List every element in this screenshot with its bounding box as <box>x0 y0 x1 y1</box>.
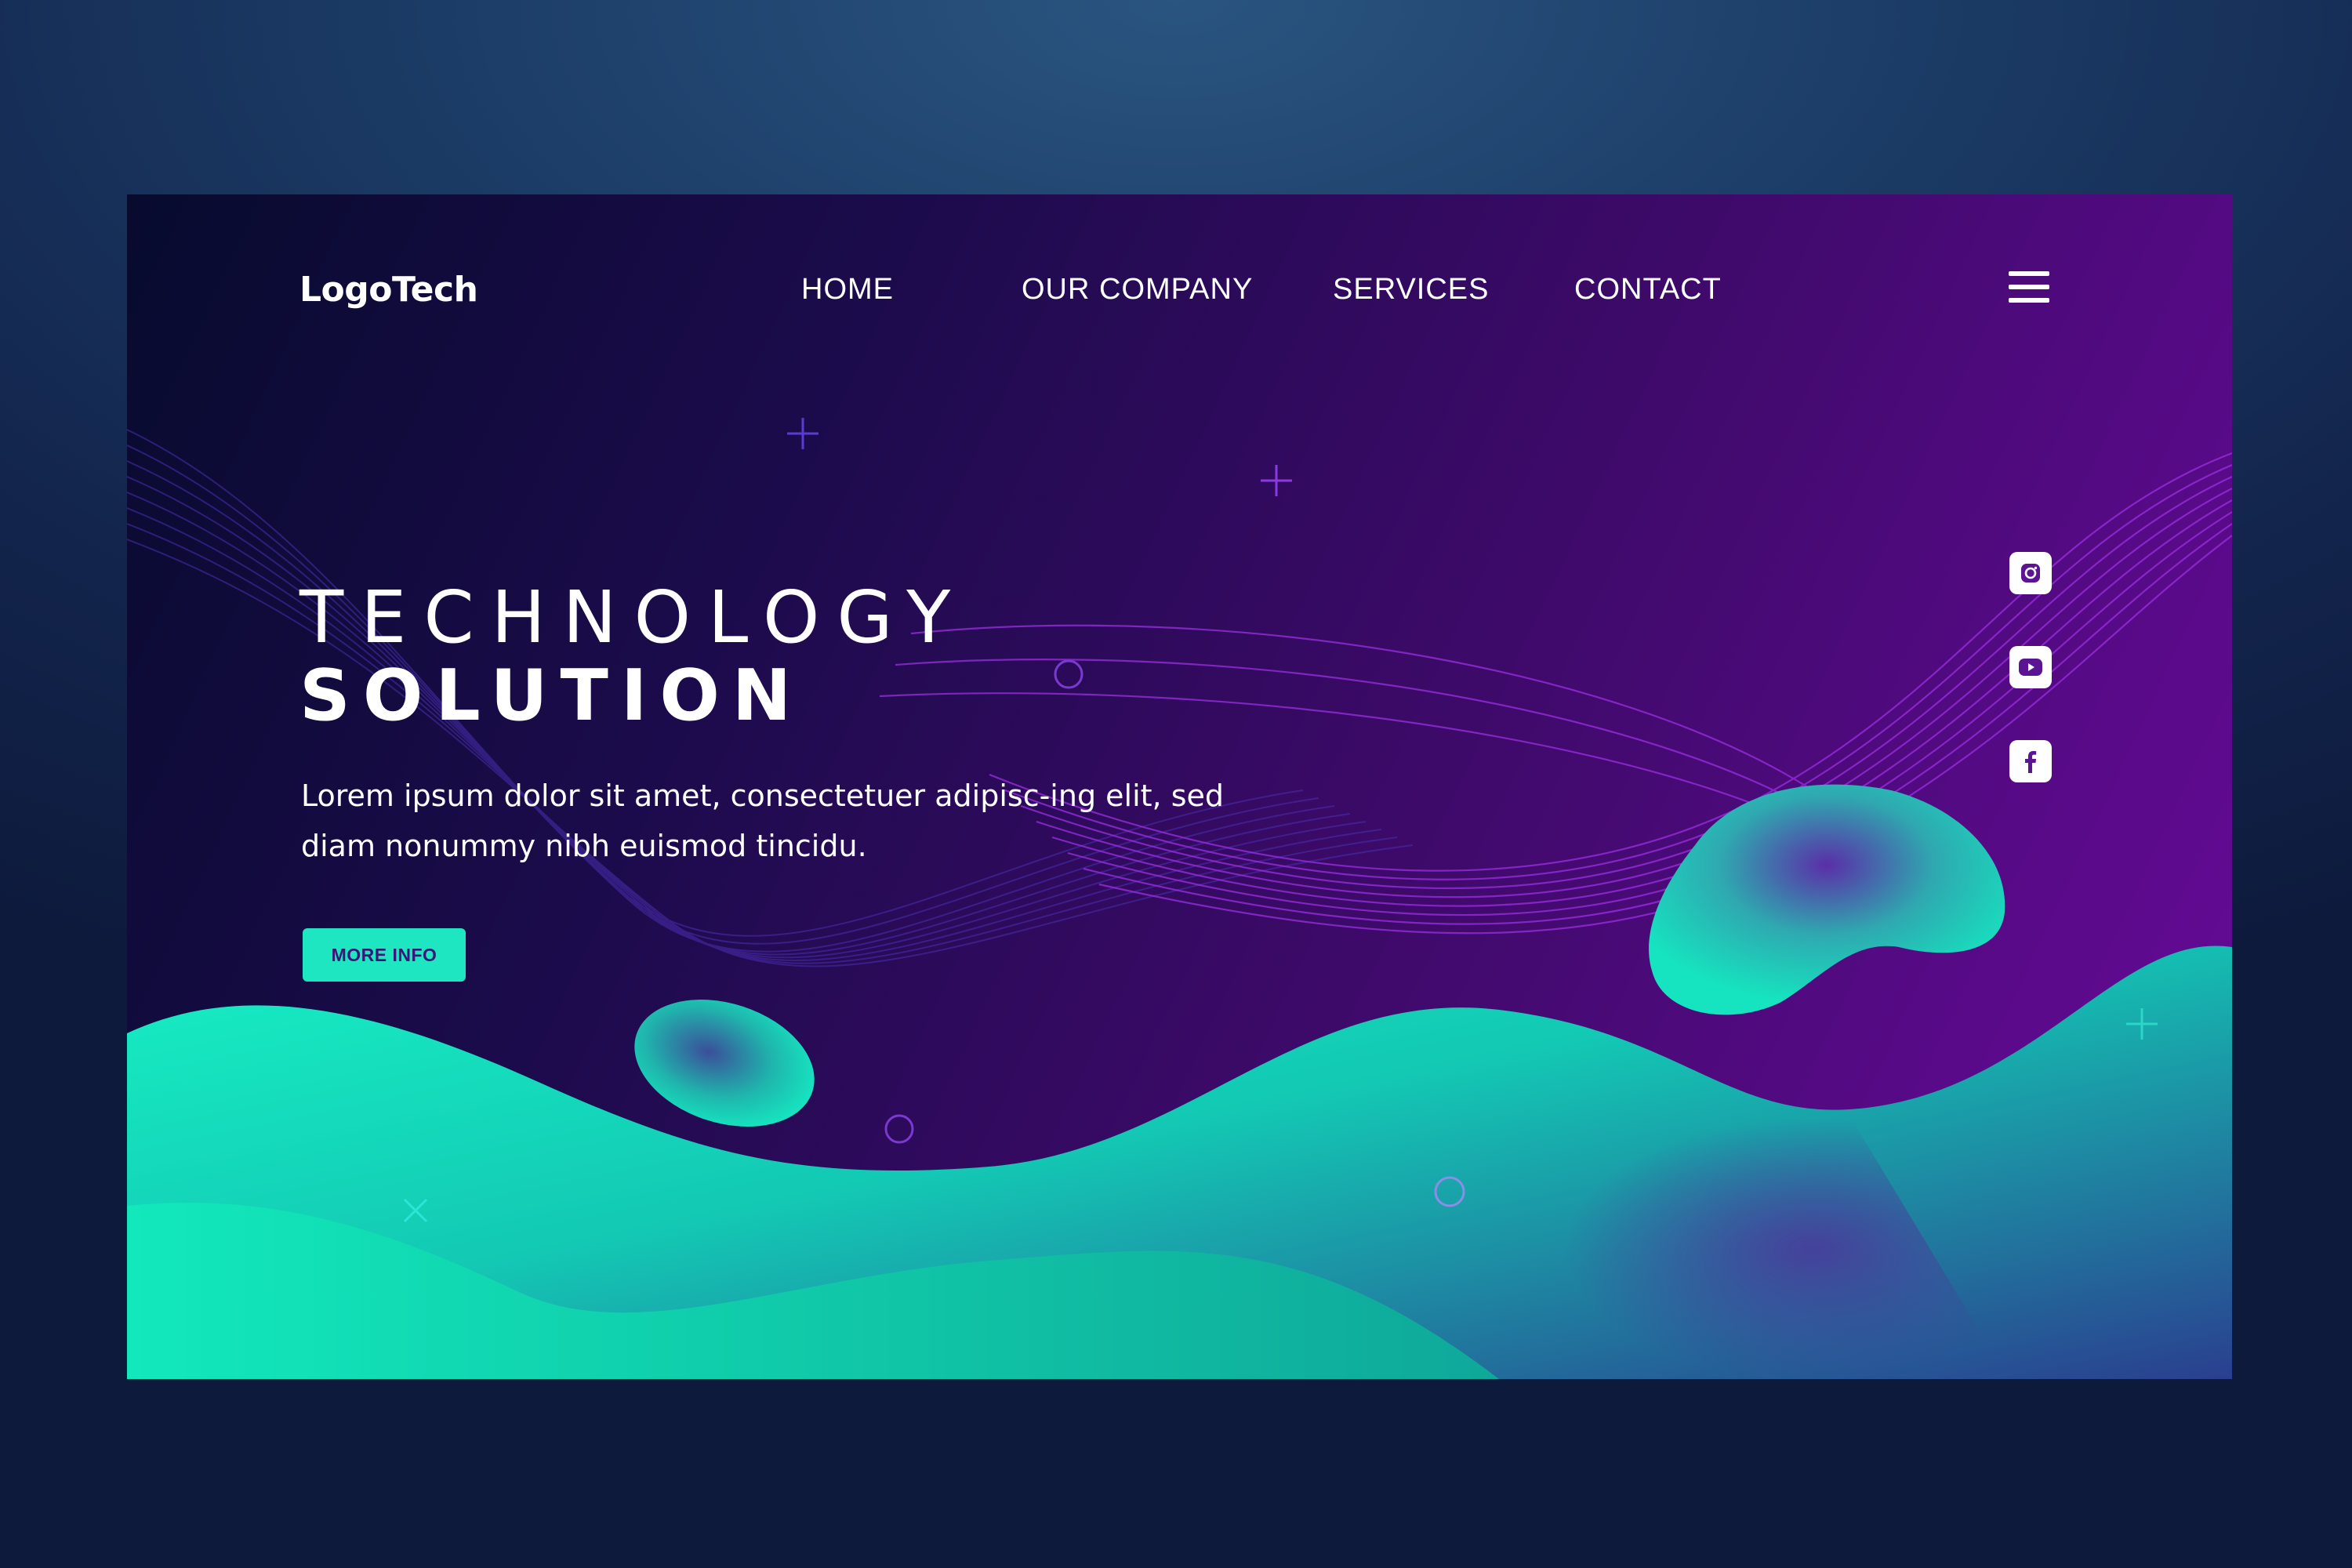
nav-services[interactable]: SERVICES <box>1333 270 1489 309</box>
logo[interactable]: LogoTech <box>299 270 478 310</box>
hero-title-bold: SOLUTION <box>299 655 804 737</box>
instagram-glyph <box>2021 564 2040 583</box>
nav-home[interactable]: HOME <box>801 270 894 309</box>
facebook-glyph <box>2025 751 2037 773</box>
blob-right <box>1649 784 2005 1015</box>
landing-page-frame: LogoTech HOME OUR COMPANY SERVICES CONTA… <box>127 194 2232 1379</box>
hero-title-light: TECHNOLOGY <box>299 575 968 659</box>
youtube-glyph <box>2019 659 2042 676</box>
blob-left <box>634 1000 815 1127</box>
nav-our-company[interactable]: OUR COMPANY <box>1022 270 1253 309</box>
hero-description: Lorem ipsum dolor sit amet, consectetuer… <box>301 779 1224 863</box>
nav-contact[interactable]: CONTACT <box>1574 270 1722 309</box>
more-info-button[interactable]: MORE INFO <box>303 928 466 982</box>
youtube-icon[interactable] <box>2009 646 2052 688</box>
instagram-icon[interactable] <box>2009 552 2052 594</box>
facebook-icon[interactable] <box>2009 740 2052 782</box>
hamburger-menu-icon[interactable] <box>2009 271 2049 304</box>
